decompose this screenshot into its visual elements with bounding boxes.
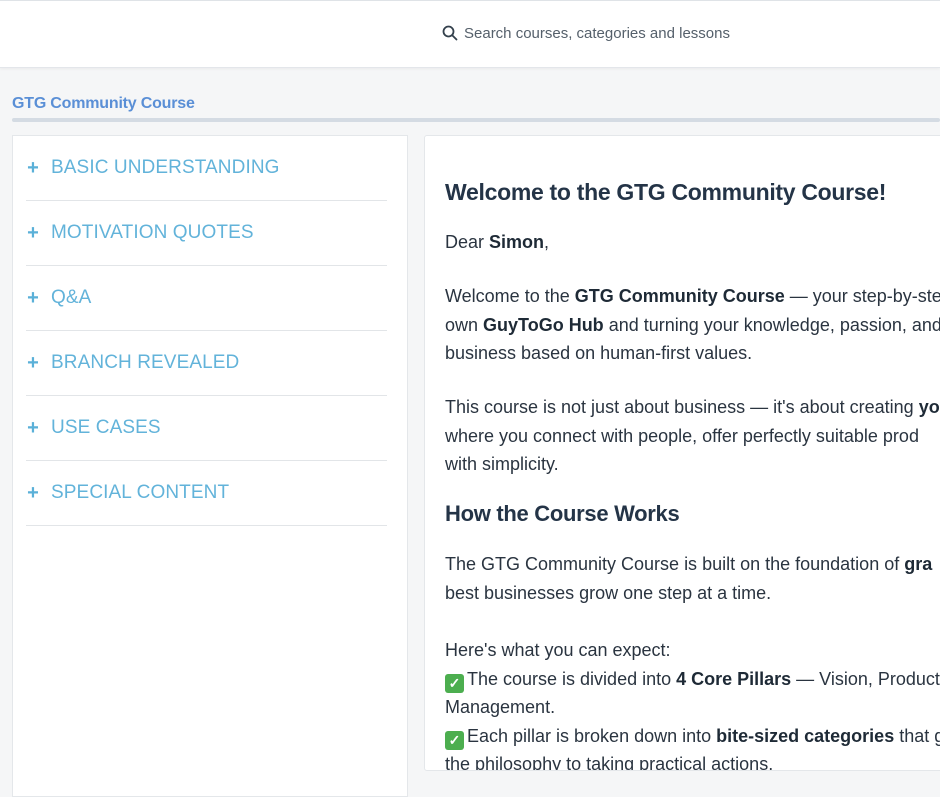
sidebar-item-label: SPECIAL CONTENT <box>51 482 230 503</box>
expectations-list: Here's what you can expect: ✓ The course … <box>445 636 940 771</box>
text: Welcome to the <box>445 286 575 306</box>
greeting-suffix: , <box>544 232 550 252</box>
lesson-content: Welcome to the GTG Community Course! Dea… <box>424 135 940 771</box>
foundation-paragraph: The GTG Community Course is built on the… <box>445 550 932 607</box>
text-bold: GuyToGo Hub <box>483 314 604 335</box>
intro-paragraph: Welcome to the GTG Community Course — yo… <box>445 282 940 368</box>
text: business based on human-first values. <box>445 343 753 363</box>
plus-icon: + <box>27 482 39 504</box>
top-bar <box>0 0 940 68</box>
greeting: Dear Simon, <box>445 228 549 257</box>
text: — Vision, Product <box>791 668 940 689</box>
text: the philosophy to taking practical actio… <box>445 754 774 771</box>
sidebar-item-label: Q&A <box>51 287 92 308</box>
sidebar-item-label: BRANCH REVEALED <box>51 352 240 373</box>
text: — your step-by-ste <box>784 286 940 306</box>
plus-icon: + <box>27 417 39 439</box>
text-bold: bite-sized categories <box>716 725 895 746</box>
text: and turning your knowledge, passion, and <box>603 314 940 335</box>
greeting-name: Simon <box>489 232 545 252</box>
greeting-prefix: Dear <box>445 232 490 252</box>
text-bold: yo <box>918 397 940 417</box>
plus-icon: + <box>27 352 39 374</box>
text-bold: 4 Core Pillars <box>676 668 792 689</box>
sidebar-item-basic-understanding[interactable]: + BASIC UNDERSTANDING <box>26 136 387 201</box>
check-box-icon: ✓ <box>445 673 464 693</box>
sidebar-item-label: USE CASES <box>51 417 161 438</box>
sidebar-item-label: MOTIVATION QUOTES <box>51 222 254 243</box>
search-bar[interactable] <box>430 13 810 53</box>
sidebar-item-motivation-quotes[interactable]: + MOTIVATION QUOTES <box>26 201 387 266</box>
text: that g <box>894 725 940 746</box>
text: with simplicity. <box>445 454 559 474</box>
text: The GTG Community Course is built on the… <box>445 554 905 574</box>
course-title[interactable]: GTG Community Course <box>12 95 195 113</box>
search-input[interactable] <box>462 23 806 43</box>
text: The course is divided into <box>467 668 677 689</box>
sidebar-item-branch-revealed[interactable]: + BRANCH REVEALED <box>26 331 387 396</box>
text: This course is not just about business —… <box>445 397 919 417</box>
text: Each pillar is broken down into <box>467 725 717 746</box>
plus-icon: + <box>27 222 39 244</box>
text-bold: GTG Community Course <box>574 286 785 306</box>
text: best businesses grow one step at a time. <box>445 582 772 603</box>
text: Here's what you can expect: <box>445 640 671 660</box>
sidebar-item-use-cases[interactable]: + USE CASES <box>26 396 387 461</box>
course-sidebar: + BASIC UNDERSTANDING + MOTIVATION QUOTE… <box>12 135 408 797</box>
section-heading: How the Course Works <box>445 501 680 526</box>
plus-icon: + <box>27 157 39 179</box>
text: Management. <box>445 697 556 717</box>
text: where you connect with people, offer per… <box>445 425 919 446</box>
lesson-heading: Welcome to the GTG Community Course! <box>445 179 887 205</box>
text: own <box>445 314 484 335</box>
sidebar-item-qa[interactable]: + Q&A <box>26 266 387 331</box>
title-divider <box>12 118 940 122</box>
sidebar-item-label: BASIC UNDERSTANDING <box>51 157 280 178</box>
sidebar-item-special-content[interactable]: + SPECIAL CONTENT <box>26 461 387 526</box>
check-box-icon: ✓ <box>445 730 464 750</box>
plus-icon: + <box>27 287 39 309</box>
text-bold: gra <box>904 554 933 574</box>
about-paragraph: This course is not just about business —… <box>445 393 940 479</box>
search-icon <box>442 25 458 41</box>
